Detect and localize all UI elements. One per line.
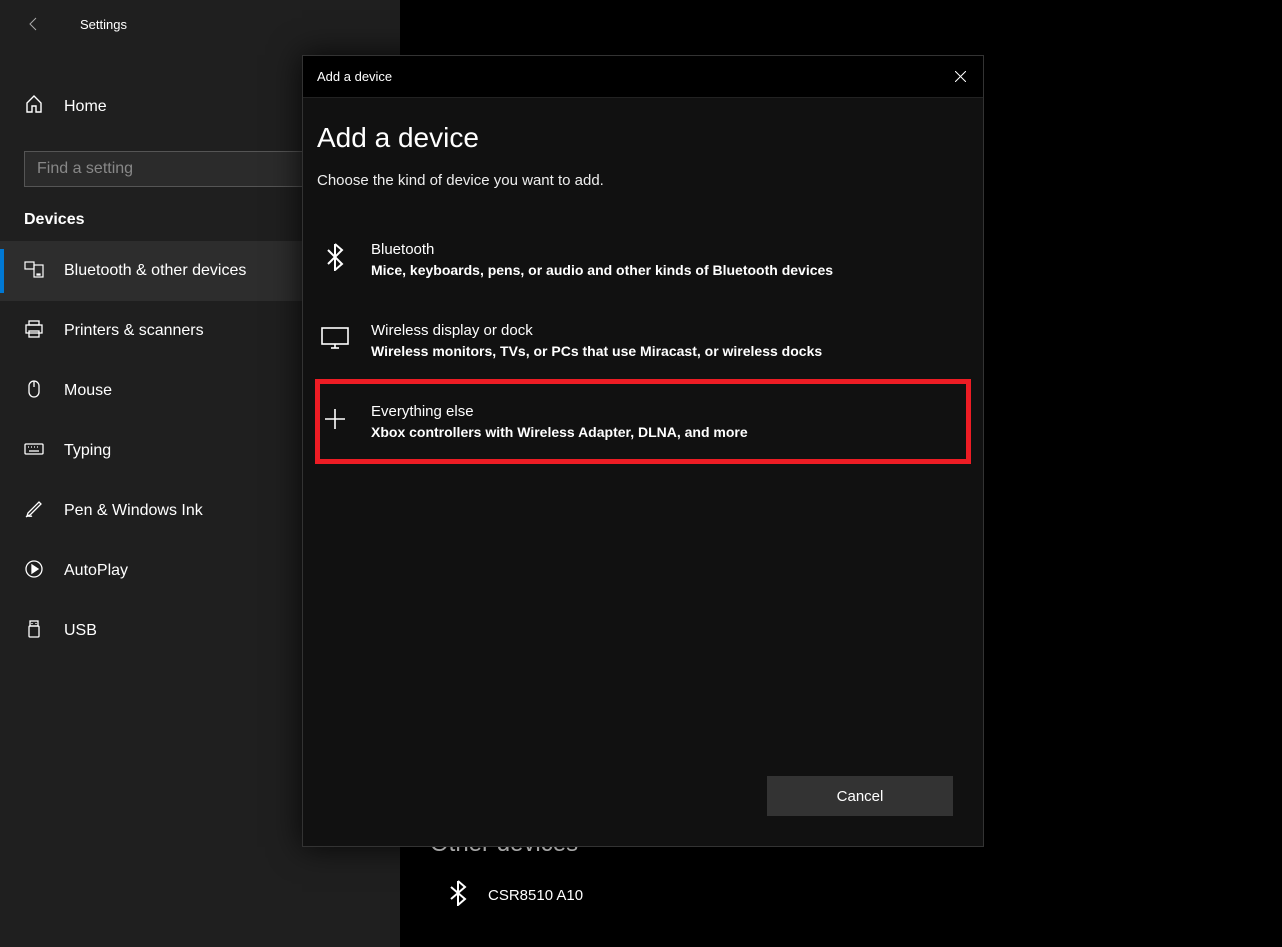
sidebar-item-label: Pen & Windows Ink [64,502,203,520]
keyboard-icon [24,439,64,464]
option-bluetooth[interactable]: Bluetooth Mice, keyboards, pens, or audi… [317,219,969,300]
bluetooth-icon [448,880,488,911]
option-text: Bluetooth Mice, keyboards, pens, or audi… [371,241,969,278]
dialog-titlebar: Add a device [303,56,983,98]
dialog-subtitle: Choose the kind of device you want to ad… [317,172,969,189]
plus-icon [319,403,351,435]
home-icon [24,94,64,119]
back-button[interactable] [20,10,48,38]
sidebar-item-label: Mouse [64,382,112,400]
sidebar-item-label: USB [64,622,97,640]
app-title: Settings [80,17,127,32]
option-title: Everything else [371,403,969,420]
option-wireless-display[interactable]: Wireless display or dock Wireless monito… [317,300,969,381]
usb-icon [24,619,64,644]
device-row[interactable]: CSR8510 A10 [430,880,583,911]
device-name: CSR8510 A10 [488,887,583,904]
option-text: Wireless display or dock Wireless monito… [371,322,969,359]
option-desc: Mice, keyboards, pens, or audio and othe… [371,262,969,278]
pen-icon [24,499,64,524]
sidebar-item-label: Typing [64,442,111,460]
dialog-title: Add a device [317,69,392,84]
dialog-footer: Cancel [767,776,953,816]
dialog-close-button[interactable] [937,56,983,98]
sidebar-header: Settings [0,8,400,40]
option-text: Everything else Xbox controllers with Wi… [371,403,969,440]
dialog-body: Add a device Choose the kind of device y… [303,98,983,486]
mouse-icon [24,379,64,404]
dialog-heading: Add a device [317,122,969,154]
home-label: Home [64,98,107,116]
option-title: Wireless display or dock [371,322,969,339]
autoplay-icon [24,559,64,584]
option-everything-else[interactable]: Everything else Xbox controllers with Wi… [317,381,969,462]
printer-icon [24,319,64,344]
option-title: Bluetooth [371,241,969,258]
sidebar-item-label: Printers & scanners [64,322,204,340]
sidebar-item-label: Bluetooth & other devices [64,262,246,280]
option-desc: Xbox controllers with Wireless Adapter, … [371,424,969,440]
devices-icon [24,259,64,284]
monitor-icon [319,322,351,354]
add-device-dialog: Add a device Add a device Choose the kin… [302,55,984,847]
option-desc: Wireless monitors, TVs, or PCs that use … [371,343,969,359]
sidebar-item-label: AutoPlay [64,562,128,580]
cancel-button[interactable]: Cancel [767,776,953,816]
bluetooth-icon [319,241,351,273]
